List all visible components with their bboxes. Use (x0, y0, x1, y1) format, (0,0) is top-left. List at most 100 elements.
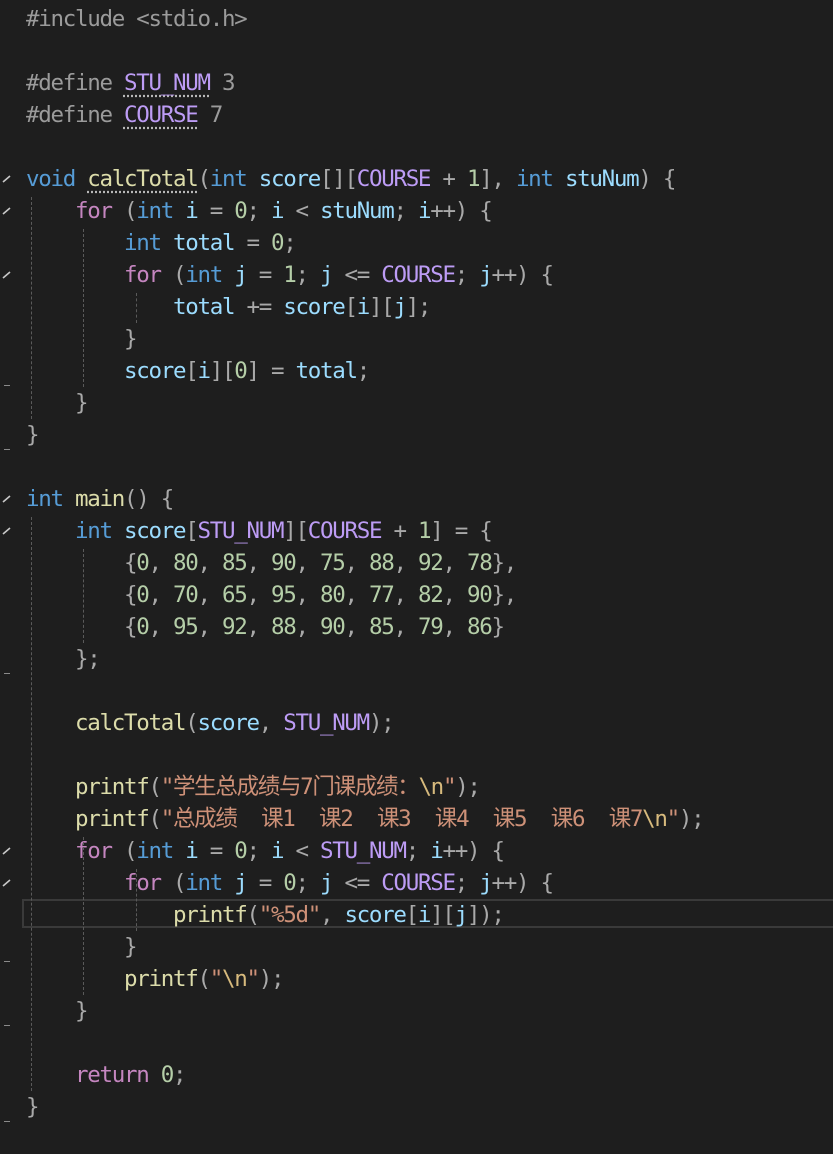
code-line[interactable]: {0, 80, 85, 90, 75, 88, 92, 78}, (26, 547, 517, 579)
code-token: , (295, 550, 320, 576)
code-token: ); (678, 806, 705, 832)
code-line[interactable]: score[i][0] = total; (26, 355, 370, 387)
code-line[interactable]: }; (26, 643, 101, 675)
code-line[interactable]: {0, 70, 65, 95, 80, 77, 82, 90}, (26, 579, 517, 611)
code-token: j (319, 870, 334, 896)
fold-chevron-icon[interactable] (2, 878, 12, 888)
code-token: + (381, 518, 418, 544)
code-line[interactable]: } (26, 995, 89, 1027)
code-token: 92 (221, 614, 248, 640)
indent-guide (83, 229, 84, 387)
code-token: , (393, 614, 418, 640)
code-line[interactable]: int total = 0; (26, 227, 297, 259)
code-token: }, (491, 550, 517, 576)
code-token: 90 (270, 550, 297, 576)
code-token: COURSE (356, 166, 432, 192)
code-line[interactable]: for (int i = 0; i < STU_NUM; i++) { (26, 835, 505, 867)
fold-chevron-icon[interactable] (2, 174, 12, 184)
code-token: = (246, 870, 284, 896)
code-line[interactable]: } (26, 419, 40, 451)
code-token: [ (405, 902, 420, 928)
code-line[interactable]: for (int i = 0; i < stuNum; i++) { (26, 195, 493, 227)
code-token: ( (111, 838, 138, 864)
code-token: i (271, 198, 285, 224)
code-token: ( (111, 198, 138, 224)
code-token: ); (258, 966, 285, 992)
code-token: , (246, 550, 271, 576)
code-token: return (75, 1062, 150, 1088)
indent-guide (83, 549, 84, 643)
code-token: for (123, 870, 162, 896)
code-line[interactable]: for (int j = 0; j <= COURSE; j++) { (26, 867, 554, 899)
code-token: printf (172, 902, 248, 928)
fold-gutter (0, 0, 22, 1154)
code-token: score (258, 166, 322, 192)
code-token: 0 (136, 614, 150, 640)
code-token: , (442, 582, 467, 608)
code-line[interactable]: #define STU_NUM 3 (26, 67, 235, 99)
code-editor[interactable]: #include <stdio.h> #define STU_NUM 3 #defi… (0, 0, 833, 1154)
code-line[interactable]: } (26, 1091, 40, 1123)
code-token: main (75, 486, 125, 512)
code-token: , (295, 614, 320, 640)
code-token: 92 (417, 550, 444, 576)
code-line[interactable]: #include <stdio.h> (26, 3, 248, 35)
code-line[interactable]: for (int j = 1; j <= COURSE; j++) { (26, 259, 554, 291)
code-token: "学生总成绩与7门课成绩： (160, 774, 420, 800)
code-token: ++) { (491, 262, 554, 288)
code-line[interactable]: printf("学生总成绩与7门课成绩：\n"); (26, 771, 481, 803)
code-token: ( (197, 166, 211, 192)
code-line[interactable]: int main() { (26, 483, 174, 515)
code-line[interactable]: calcTotal(score, STU_NUM); (26, 707, 395, 739)
code-token: stuNum (564, 166, 640, 192)
code-token: 0 (270, 230, 285, 256)
code-token: for (123, 262, 162, 288)
code-line[interactable]: printf("%5d", score[i][j]); (26, 899, 505, 931)
code-token: , (393, 582, 418, 608)
code-token: } (26, 422, 40, 448)
code-token: ; (405, 838, 431, 864)
code-line[interactable]: {0, 95, 92, 88, 90, 85, 79, 86} (26, 611, 505, 643)
code-token: COURSE (381, 870, 456, 896)
code-line[interactable]: } (26, 931, 138, 963)
code-line[interactable]: } (26, 323, 138, 355)
code-line[interactable]: return 0; (26, 1059, 187, 1091)
code-line[interactable]: printf("总成绩 课1 课2 课3 课4 课5 课6 课7\n"); (26, 803, 705, 835)
fold-chevron-icon[interactable] (2, 206, 12, 216)
code-token: 80 (172, 550, 199, 576)
code-line[interactable]: int score[STU_NUM][COURSE + 1] = { (26, 515, 493, 547)
code-token: " (666, 806, 681, 832)
code-line[interactable]: total += score[i][j]; (26, 291, 431, 323)
code-line[interactable]: printf("\n"); (26, 963, 285, 995)
code-line[interactable]: } (26, 387, 89, 419)
code-token: \n (221, 966, 248, 992)
code-token: for (75, 838, 113, 864)
code-token: < (283, 198, 320, 224)
code-token: i (430, 838, 444, 864)
fold-chevron-icon[interactable] (2, 526, 12, 536)
code-token: \n (642, 806, 668, 832)
code-token: 0 (234, 358, 248, 384)
code-line[interactable]: void calcTotal(int score[][COURSE + 1], … (26, 163, 676, 195)
fold-chevron-icon[interactable] (2, 270, 12, 280)
code-line[interactable]: #define COURSE 7 (26, 99, 223, 131)
fold-end-marker (4, 961, 10, 962)
code-token: printf (123, 966, 199, 992)
fold-chevron-icon[interactable] (2, 494, 12, 504)
code-token: ; (295, 262, 320, 288)
fold-chevron-icon[interactable] (2, 846, 12, 856)
code-token: 1 (466, 166, 481, 192)
code-token: void (26, 166, 76, 192)
